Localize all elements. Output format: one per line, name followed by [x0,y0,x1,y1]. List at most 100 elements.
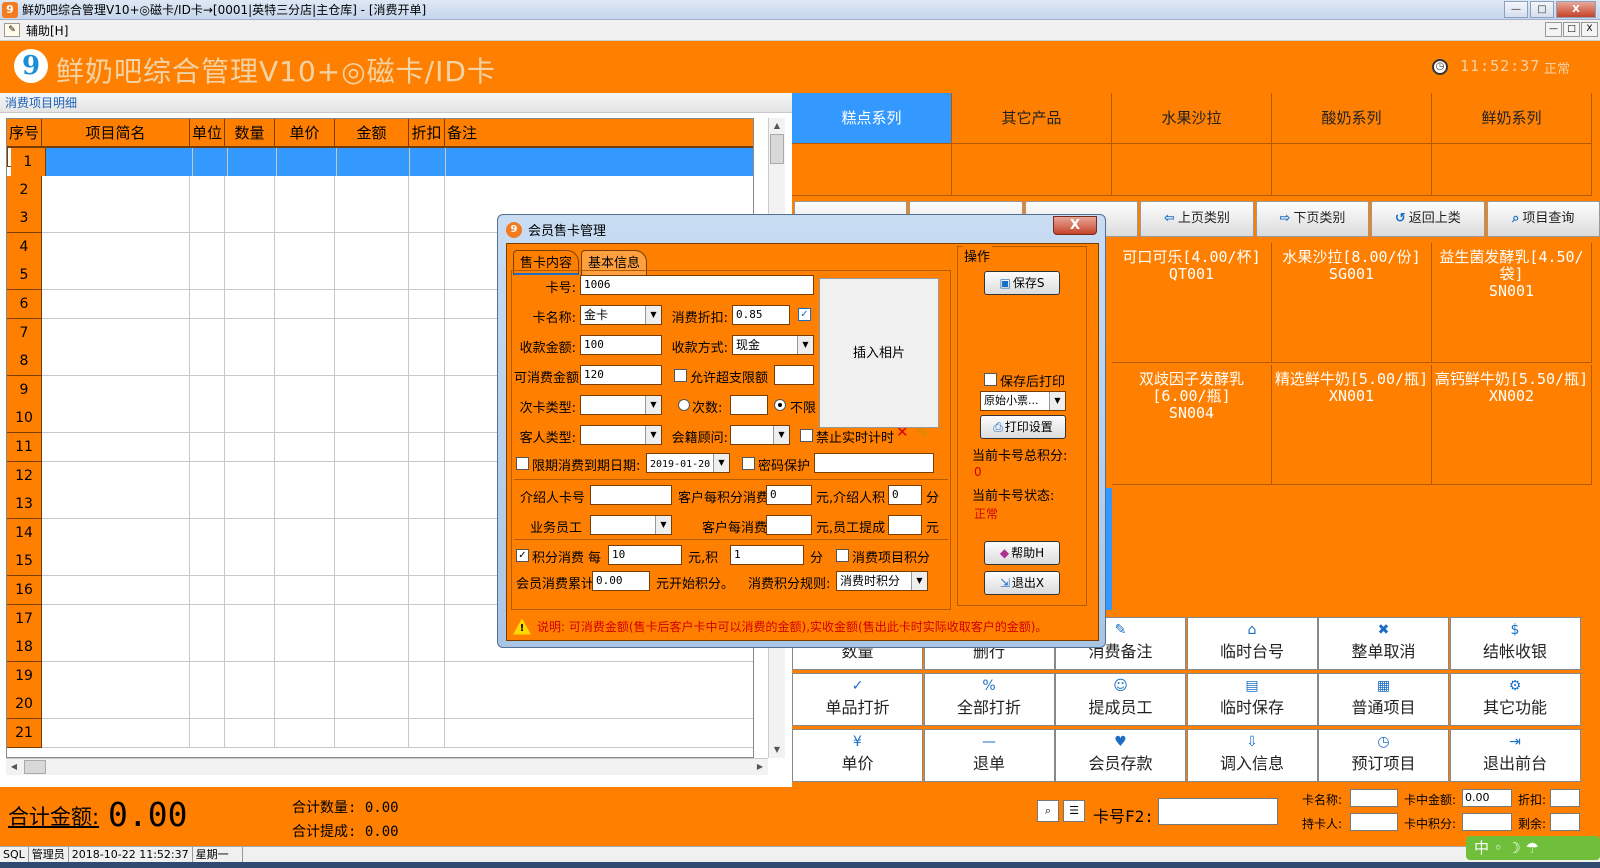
grid-cell[interactable] [227,148,278,177]
save-button[interactable]: ▣ 保存S [984,271,1060,295]
grid-cell[interactable] [409,690,445,720]
grid-cell[interactable] [190,404,225,434]
discount-input[interactable]: 0.85 [732,305,790,325]
category-tab[interactable]: 酸奶系列 [1272,93,1432,144]
accum-input[interactable]: 0.00 [592,571,650,591]
subcategory-cell[interactable] [792,144,952,196]
print-after-save-checkbox[interactable] [984,373,997,386]
grid-horizontal-scrollbar[interactable]: ◀ ▶ [6,758,768,775]
scroll-right-icon[interactable]: ▶ [752,759,768,775]
grid-cell[interactable] [42,547,190,577]
grid-cell[interactable] [42,404,190,434]
close-button[interactable]: X [1556,1,1596,18]
grid-cell[interactable] [445,661,753,691]
grid-cell[interactable] [42,261,190,291]
product-tile[interactable]: 双歧因子发酵乳[6.00/瓶] SN004 [1112,365,1272,485]
grid-cell[interactable] [409,576,445,605]
subcategory-cell[interactable] [1272,144,1432,196]
item-points-checkbox[interactable] [836,549,849,562]
exit-button[interactable]: ⇲ 退出X [984,571,1060,595]
grid-cell[interactable] [42,518,190,548]
grid-cell[interactable] [275,433,335,462]
mdi-close-button[interactable]: X [1581,22,1598,37]
no-realtime-checkbox[interactable] [800,429,813,442]
grid-cell[interactable] [335,661,409,691]
function-button[interactable]: % 全部打折 [923,673,1055,726]
subcategory-cell[interactable] [1432,144,1592,196]
grid-cell[interactable] [335,375,409,405]
grid-header-col-unit[interactable]: 单位 [190,119,225,147]
mdi-restore-button[interactable]: □ [1563,22,1580,37]
grid-cell[interactable] [42,490,190,520]
grid-header-col-amount[interactable]: 金额 [335,119,409,147]
grid-cell[interactable] [335,232,409,262]
scroll-up-icon[interactable]: ▲ [769,118,785,134]
grid-cell[interactable] [275,661,335,691]
grid-cell[interactable] [225,261,275,291]
grid-cell[interactable] [225,461,275,491]
grid-cell[interactable] [42,204,190,234]
grid-cell[interactable] [190,290,225,319]
grid-cell[interactable] [409,633,445,663]
function-button[interactable]: ◷ 预订项目 [1318,729,1449,782]
grid-cell[interactable] [275,490,335,520]
category-tab[interactable]: 鲜奶系列 [1432,93,1592,144]
grid-cell[interactable] [190,461,225,491]
next-category-button[interactable]: ⇨ 下页类别 [1255,201,1370,237]
scroll-thumb[interactable] [770,134,784,164]
spendable-input[interactable]: 120 [580,365,662,385]
grid-cell[interactable] [190,204,225,234]
grid-cell[interactable] [45,148,193,177]
limit-period-checkbox[interactable] [516,457,529,470]
grid-cell[interactable] [335,461,409,491]
staff-select[interactable]: ▼ [590,515,672,535]
grid-cell[interactable] [275,318,335,348]
grid-cell[interactable] [190,175,225,205]
unlimited-radio[interactable] [774,399,786,411]
card-list-icon[interactable]: ☰ [1063,800,1085,822]
category-tab[interactable]: 水果沙拉 [1112,93,1272,144]
grid-cell[interactable] [190,518,225,548]
per-spend-input[interactable] [766,515,812,535]
grid-cell[interactable] [335,518,409,548]
grid-header-col-name[interactable]: 项目简名 [42,119,190,147]
grid-cell[interactable] [192,148,228,177]
function-button[interactable]: ¥ 单价 [792,729,923,782]
function-button[interactable]: ♥ 会员存款 [1055,729,1186,782]
grid-cell[interactable] [275,175,335,205]
function-button[interactable]: ⇩ 调入信息 [1186,729,1318,782]
grid-header-col-qty[interactable]: 数量 [225,119,275,147]
grid-cell[interactable] [190,661,225,691]
grid-cell[interactable] [225,576,275,605]
table-row[interactable]: 20 [7,690,753,720]
points-per-input[interactable]: 0 [766,485,812,505]
menu-assist[interactable]: 辅助[H] [26,22,68,39]
function-button[interactable]: ✓ 单品打折 [792,673,923,726]
referrer-input[interactable] [590,485,672,505]
grid-cell[interactable] [335,347,409,377]
print-settings-button[interactable]: ⎙ 打印设置 [980,415,1066,439]
grid-cell[interactable] [409,204,445,234]
grid-cell[interactable] [42,290,190,319]
grid-cell[interactable] [410,148,447,177]
grid-cell[interactable] [335,690,409,720]
grid-cell[interactable] [190,690,225,720]
grid-cell[interactable] [42,318,190,348]
grid-cell[interactable] [42,690,190,720]
grid-cell[interactable] [409,490,445,520]
collect-input[interactable]: 100 [580,335,662,355]
staff-commission-input[interactable] [888,515,922,535]
back-category-button[interactable]: ↺ 返回上类 [1371,201,1485,237]
table-row[interactable]: 19 [7,661,753,691]
grid-cell[interactable] [42,375,190,405]
card-no-input[interactable]: 1006 [580,275,814,295]
grid-cell[interactable] [277,148,337,177]
rule-select[interactable]: 消费时积分 ▼ [836,571,928,591]
grid-cell[interactable] [335,204,409,234]
maximize-button[interactable]: □ [1530,1,1554,18]
grid-cell[interactable] [225,204,275,234]
card-search-icon[interactable]: ⌕ [1037,800,1059,822]
grid-cell[interactable] [225,433,275,462]
times-radio[interactable] [678,399,690,411]
function-button[interactable]: — 退单 [923,729,1055,782]
